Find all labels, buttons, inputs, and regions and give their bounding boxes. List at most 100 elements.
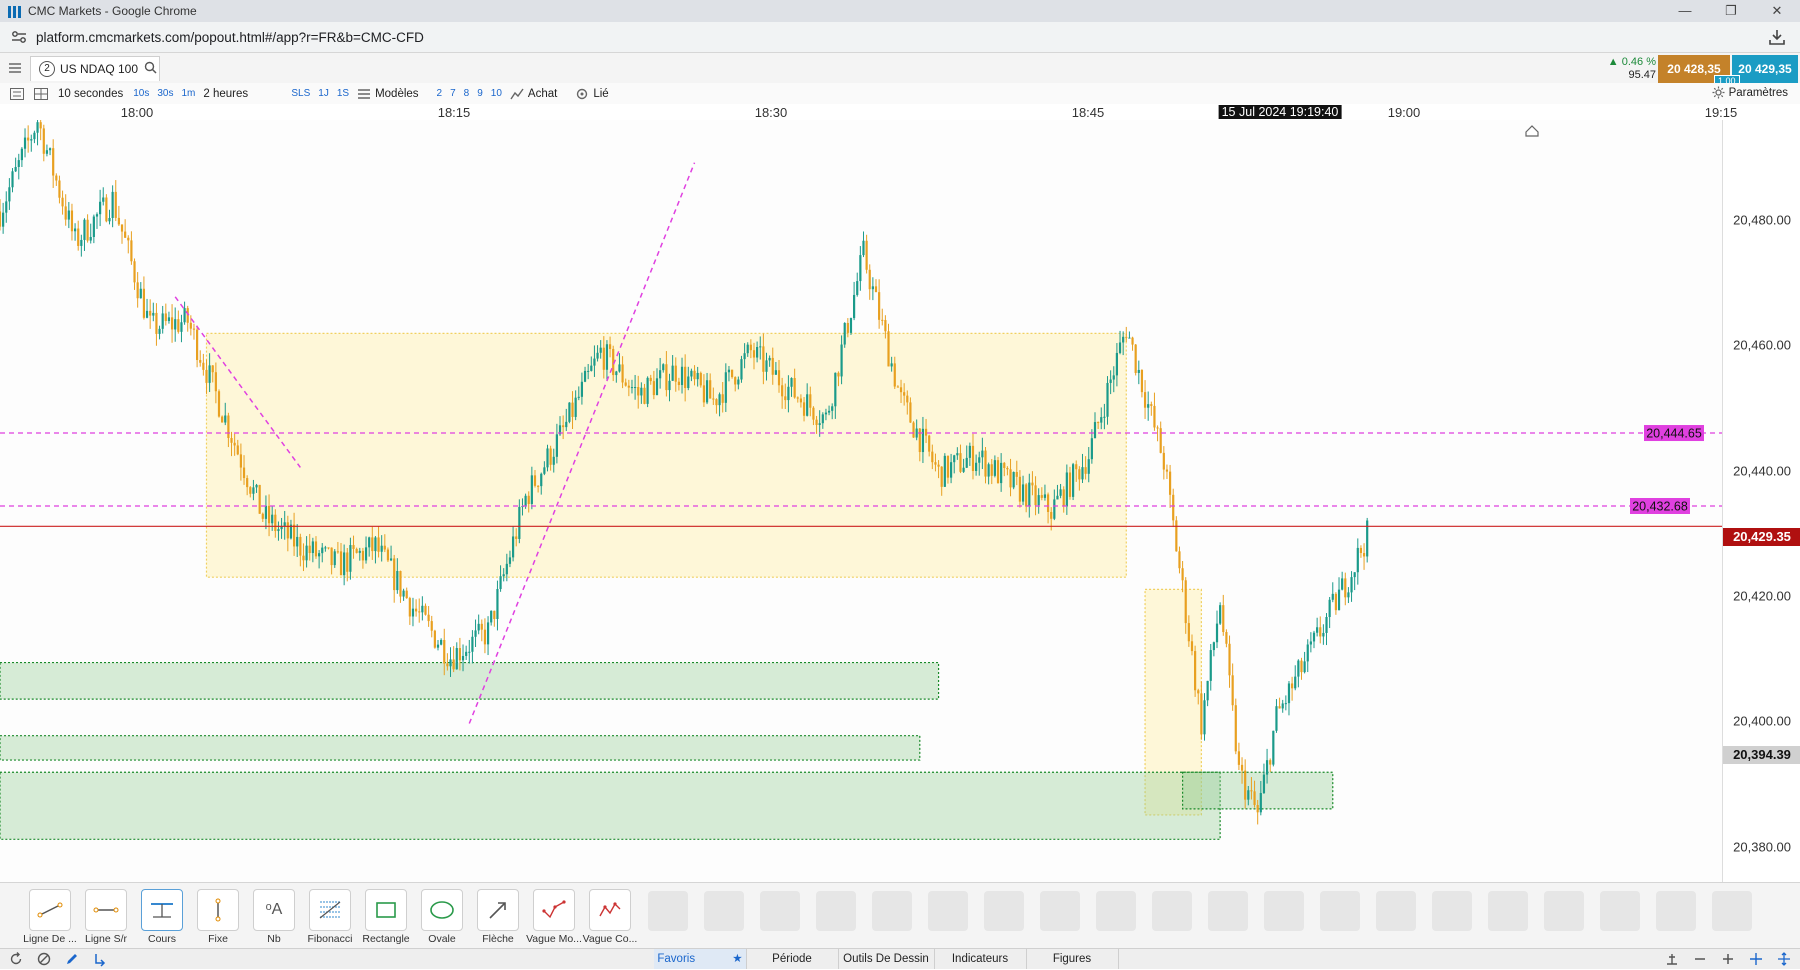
- empty-tool-slot[interactable]: [1488, 891, 1528, 931]
- empty-tool-slot[interactable]: [1600, 891, 1640, 931]
- templates-button[interactable]: Modèles: [375, 88, 418, 100]
- site-settings-icon[interactable]: [10, 28, 28, 46]
- list-view-icon[interactable]: [10, 87, 24, 100]
- empty-tool-slot[interactable]: [1544, 891, 1584, 931]
- empty-tool-slot[interactable]: [1152, 891, 1192, 931]
- candle: [1194, 651, 1197, 691]
- empty-tool-slot[interactable]: [1712, 891, 1752, 931]
- candle: [1209, 650, 1212, 681]
- tab-favoris[interactable]: Favoris ★: [654, 949, 747, 969]
- empty-tool-slot[interactable]: [872, 891, 912, 931]
- range-select[interactable]: 2 heures: [203, 88, 281, 100]
- templates-icon[interactable]: [357, 88, 371, 100]
- quick-range-sls[interactable]: SLS: [291, 88, 310, 99]
- settings-button[interactable]: Paramètres: [1712, 86, 1788, 99]
- empty-tool-slot[interactable]: [816, 891, 856, 931]
- layout-grid-icon[interactable]: [34, 87, 48, 100]
- crosshair-icon[interactable]: [1748, 951, 1764, 967]
- empty-tool-slot[interactable]: [648, 891, 688, 931]
- empty-tool-slot[interactable]: [1208, 891, 1248, 931]
- candle: [1103, 416, 1106, 418]
- candle: [655, 378, 659, 396]
- zone-rectangle-green[interactable]: [0, 661, 940, 700]
- refresh-icon[interactable]: [8, 951, 24, 967]
- tool-rectangle[interactable]: Rectangle: [358, 889, 414, 945]
- quick-range-1j[interactable]: 1J: [318, 88, 329, 99]
- tool-fixed-line[interactable]: Fixe: [190, 889, 246, 945]
- buy-button[interactable]: Achat: [528, 88, 557, 100]
- candle: [583, 370, 587, 382]
- empty-tool-slot[interactable]: [984, 891, 1024, 931]
- empty-tool-slot[interactable]: [1040, 891, 1080, 931]
- template-slot-10[interactable]: 10: [491, 88, 502, 99]
- quick-range-1s[interactable]: 1S: [337, 88, 349, 99]
- candle: [299, 536, 302, 556]
- arrows-icon[interactable]: [92, 951, 108, 967]
- empty-tool-slot[interactable]: [1376, 891, 1416, 931]
- template-slot-8[interactable]: 8: [464, 88, 470, 99]
- link-icon[interactable]: [575, 88, 589, 100]
- empty-tool-slot[interactable]: [760, 891, 800, 931]
- candle: [124, 231, 127, 238]
- tab-indicators[interactable]: Indicateurs: [934, 949, 1027, 969]
- url-text[interactable]: platform.cmcmarkets.com/popout.html#/app…: [36, 30, 424, 45]
- move-icon[interactable]: [1776, 951, 1792, 967]
- search-icon[interactable]: [144, 61, 157, 77]
- candle: [543, 467, 546, 474]
- empty-tool-slot[interactable]: [928, 891, 968, 931]
- tool-label: Nb: [267, 933, 281, 945]
- price-axis[interactable]: 20,480.00 20,460.00 20,440.00 20,420.00 …: [1722, 120, 1800, 882]
- quick-interval-1m[interactable]: 1m: [181, 88, 195, 99]
- candle: [771, 357, 774, 375]
- close-icon[interactable]: ✕: [1754, 0, 1800, 22]
- template-slot-2[interactable]: 2: [437, 88, 443, 99]
- empty-tool-slot[interactable]: [1432, 891, 1472, 931]
- candle: [518, 506, 521, 539]
- tool-trend-line[interactable]: Ligne De ...: [22, 889, 78, 945]
- quick-interval-10s[interactable]: 10s: [133, 88, 149, 99]
- download-icon[interactable]: [1768, 28, 1786, 46]
- chart-canvas[interactable]: 20,444.65 20,432.68: [0, 112, 1722, 882]
- buy-chart-icon[interactable]: [510, 88, 524, 100]
- tool-motive-wave[interactable]: Vague Mo...: [526, 889, 582, 945]
- tool-text[interactable]: ᵒA Nb: [246, 889, 302, 945]
- tab-figures[interactable]: Figures: [1026, 949, 1119, 969]
- tool-corrective-wave[interactable]: Vague Co...: [582, 889, 638, 945]
- tool-price-line[interactable]: Cours: [134, 889, 190, 945]
- empty-tool-slot[interactable]: [1096, 891, 1136, 931]
- template-slot-7[interactable]: 7: [450, 88, 456, 99]
- empty-tool-slot[interactable]: [1264, 891, 1304, 931]
- linked-button[interactable]: Lié: [593, 88, 608, 100]
- interval-select[interactable]: 10 secondes: [58, 88, 123, 100]
- tool-oval[interactable]: Ovale: [414, 889, 470, 945]
- tool-fibonacci[interactable]: Fibonacci: [302, 889, 358, 945]
- instrument-tab[interactable]: 2 US NDAQ 100: [30, 56, 160, 81]
- zoom-out-icon[interactable]: [1692, 951, 1708, 967]
- zoom-in-icon[interactable]: [1720, 951, 1736, 967]
- buy-price-button[interactable]: 20 429,35: [1732, 55, 1798, 83]
- candle: [1215, 623, 1219, 643]
- zone-rectangle-green[interactable]: [0, 771, 1221, 840]
- scroll-to-latest-icon: [1525, 125, 1539, 137]
- layout-icon[interactable]: [1664, 951, 1680, 967]
- candle: [371, 537, 374, 552]
- candle: [1259, 793, 1262, 813]
- candle: [946, 455, 950, 478]
- template-slot-9[interactable]: 9: [477, 88, 483, 99]
- price-chart[interactable]: 20,444.65 20,432.68: [0, 112, 1722, 882]
- menu-icon[interactable]: [8, 61, 22, 75]
- minimize-icon[interactable]: —: [1662, 0, 1708, 22]
- empty-tool-slot[interactable]: [1656, 891, 1696, 931]
- empty-tool-slot[interactable]: [1320, 891, 1360, 931]
- tab-drawing-tools[interactable]: Outils De Dessin: [838, 949, 935, 969]
- tab-periode[interactable]: Période: [746, 949, 839, 969]
- candle: [20, 148, 23, 161]
- clear-icon[interactable]: [36, 951, 52, 967]
- quick-interval-30s[interactable]: 30s: [157, 88, 173, 99]
- zone-rectangle-green[interactable]: [0, 735, 921, 761]
- pencil-icon[interactable]: [64, 951, 80, 967]
- empty-tool-slot[interactable]: [704, 891, 744, 931]
- tool-arrow[interactable]: Flèche: [470, 889, 526, 945]
- tool-sr-line[interactable]: Ligne S/r: [78, 889, 134, 945]
- restore-icon[interactable]: ❐: [1708, 0, 1754, 22]
